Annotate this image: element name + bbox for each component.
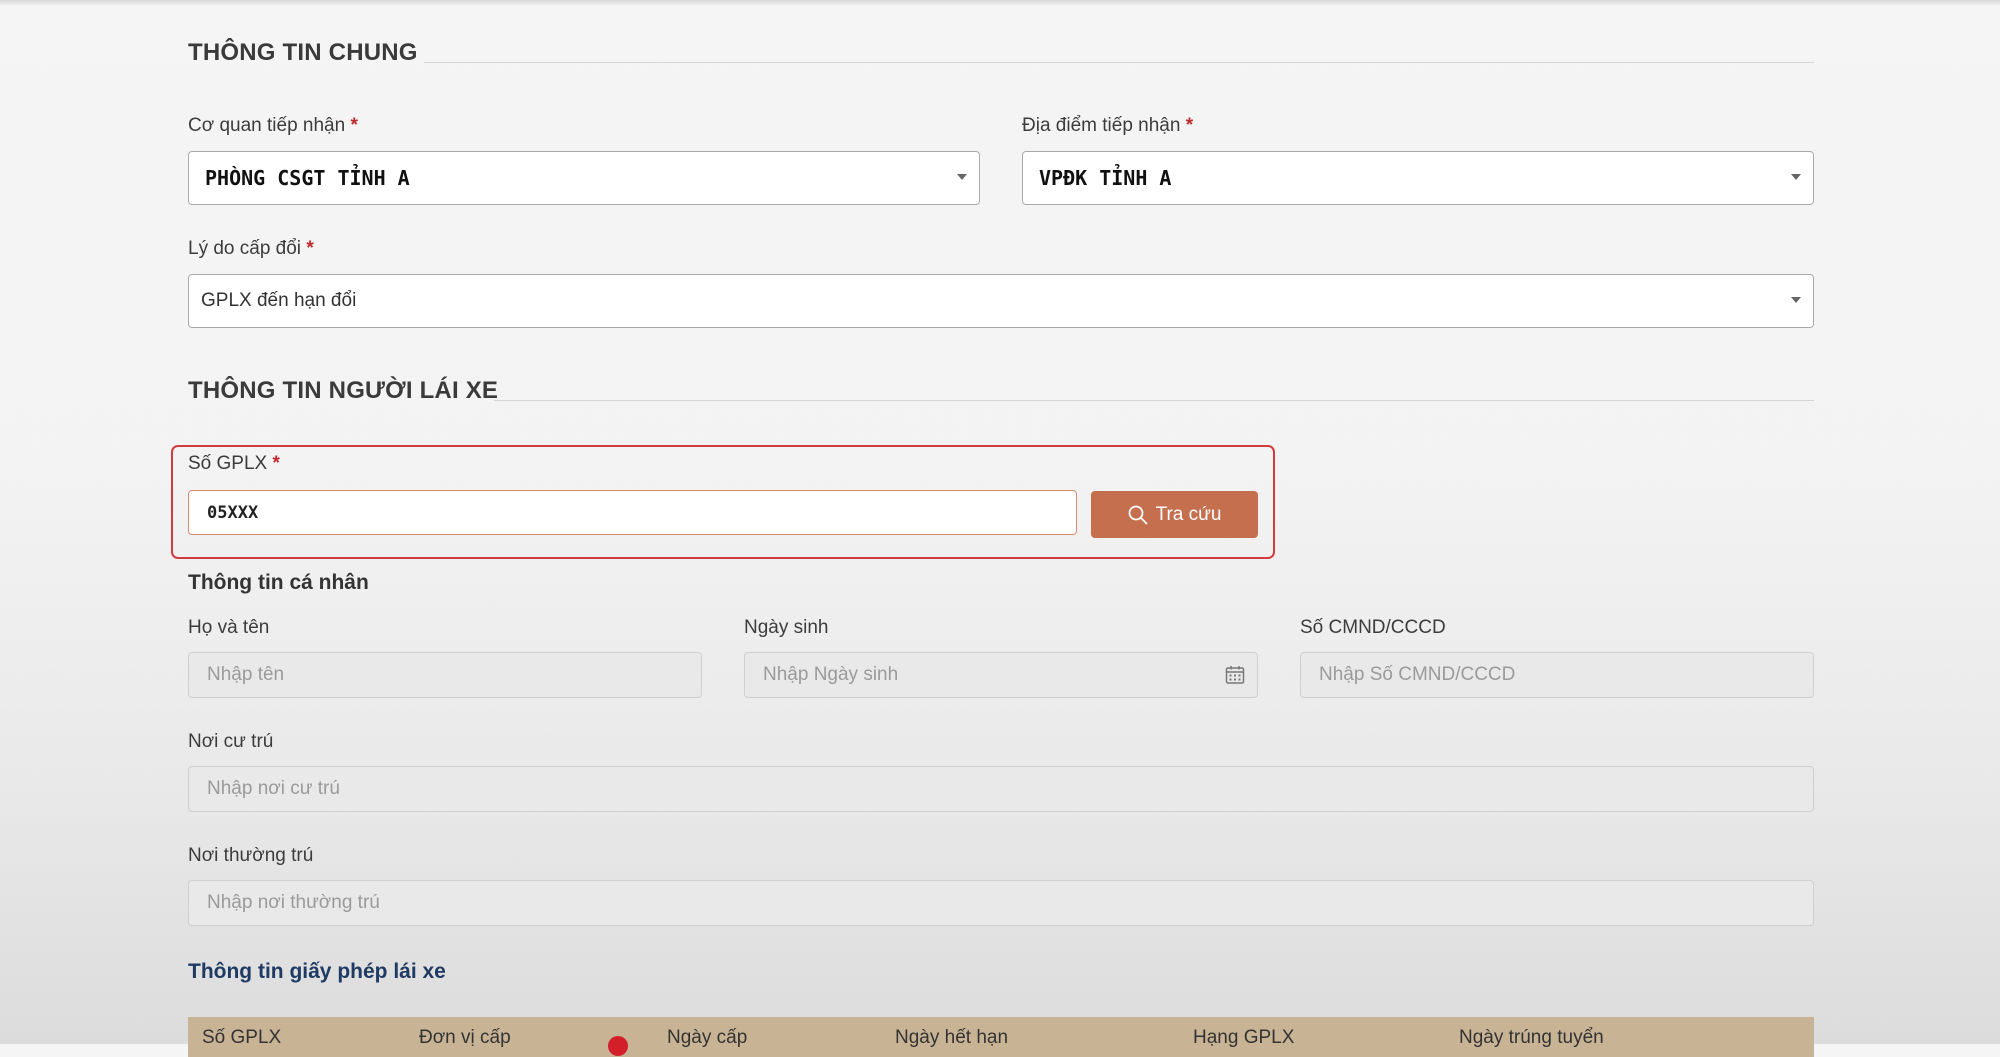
license-info-title: Thông tin giấy phép lái xe xyxy=(188,960,446,983)
receiving-agency-label: Cơ quan tiếp nhận * xyxy=(188,115,358,136)
section-title-general: THÔNG TIN CHUNG xyxy=(188,39,418,66)
column-header: Hạng GPLX xyxy=(1193,1027,1295,1048)
license-table-header: Số GPLX Đơn vị cấp Ngày cấp Ngày hết hạn… xyxy=(188,1017,1814,1057)
reason-label: Lý do cấp đổi * xyxy=(188,238,314,259)
id-number-input[interactable]: Nhập Số CMND/CCCD xyxy=(1300,652,1814,698)
section-divider xyxy=(494,400,1814,401)
personal-info-title: Thông tin cá nhân xyxy=(188,571,369,594)
birth-date-placeholder: Nhập Ngày sinh xyxy=(763,664,899,685)
id-number-placeholder: Nhập Số CMND/CCCD xyxy=(1319,664,1516,685)
license-number-input[interactable]: 05XXX xyxy=(188,490,1077,535)
permanent-residence-label: Nơi thường trú xyxy=(188,845,314,866)
receiving-location-label: Địa điểm tiếp nhận * xyxy=(1022,115,1194,136)
search-button-label: Tra cứu xyxy=(1155,503,1222,525)
full-name-label: Họ và tên xyxy=(188,617,270,638)
license-number-label: Số GPLX * xyxy=(188,453,280,474)
column-header: Đơn vị cấp xyxy=(419,1027,511,1048)
receiving-location-value: VPĐK TỈNH A xyxy=(1039,166,1172,190)
search-icon xyxy=(1128,505,1147,524)
chevron-down-icon xyxy=(1791,174,1801,180)
permanent-residence-input[interactable]: Nhập nơi thường trú xyxy=(188,880,1814,926)
column-header: Ngày cấp xyxy=(667,1027,748,1048)
cursor-indicator xyxy=(608,1036,628,1056)
column-header: Ngày trúng tuyển xyxy=(1459,1027,1604,1048)
reason-select[interactable]: GPLX đến hạn đổi xyxy=(188,274,1814,328)
search-button[interactable]: Tra cứu xyxy=(1091,491,1258,538)
birth-date-input[interactable]: Nhập Ngày sinh xyxy=(744,652,1258,698)
id-number-label: Số CMND/CCCD xyxy=(1300,617,1446,638)
receiving-agency-value: PHÒNG CSGT TỈNH A xyxy=(205,166,410,190)
section-title-driver: THÔNG TIN NGƯỜI LÁI XE xyxy=(188,377,499,404)
license-number-value: 05XXX xyxy=(207,502,259,523)
chevron-down-icon xyxy=(957,174,967,180)
full-name-input[interactable]: Nhập tên xyxy=(188,652,702,698)
reason-value: GPLX đến hạn đổi xyxy=(201,290,357,311)
birth-date-label: Ngày sinh xyxy=(744,617,829,638)
column-header: Số GPLX xyxy=(202,1027,282,1048)
chevron-down-icon xyxy=(1791,297,1801,303)
permanent-residence-placeholder: Nhập nơi thường trú xyxy=(207,892,380,913)
full-name-placeholder: Nhập tên xyxy=(207,664,285,685)
top-shadow xyxy=(0,0,2000,6)
calendar-icon[interactable] xyxy=(1225,665,1245,685)
residence-input[interactable]: Nhập nơi cư trú xyxy=(188,766,1814,812)
column-header: Ngày hết hạn xyxy=(895,1027,1009,1048)
residence-placeholder: Nhập nơi cư trú xyxy=(207,778,340,799)
receiving-agency-select[interactable]: PHÒNG CSGT TỈNH A xyxy=(188,151,980,205)
receiving-location-select[interactable]: VPĐK TỈNH A xyxy=(1022,151,1814,205)
residence-label: Nơi cư trú xyxy=(188,731,274,752)
section-divider xyxy=(424,62,1814,63)
